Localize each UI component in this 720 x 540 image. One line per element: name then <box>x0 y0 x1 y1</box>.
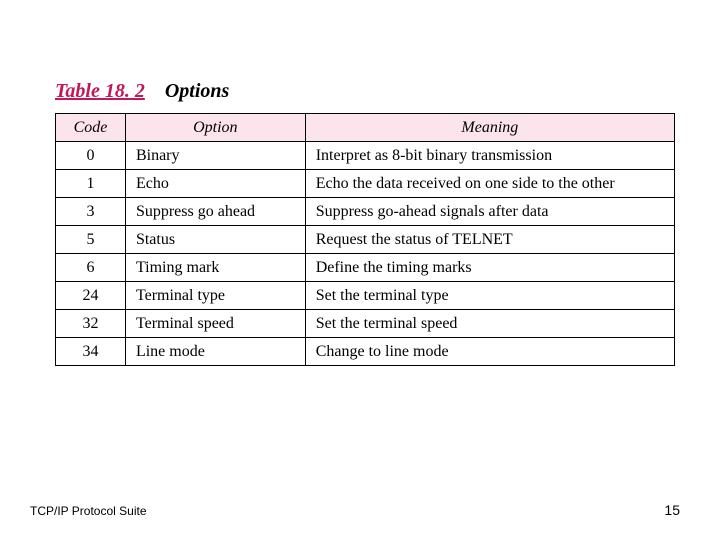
table-title: Table 18. 2 Options <box>55 80 680 103</box>
table-number: Table 18. 2 <box>55 80 145 102</box>
cell-code: 6 <box>56 254 126 282</box>
cell-option: Line mode <box>125 338 305 366</box>
table-row: 1 Echo Echo the data received on one sid… <box>56 170 675 198</box>
page-number: 15 <box>664 502 680 518</box>
cell-meaning: Interpret as 8-bit binary transmission <box>305 142 674 170</box>
cell-meaning: Echo the data received on one side to th… <box>305 170 674 198</box>
cell-code: 1 <box>56 170 126 198</box>
cell-option: Timing mark <box>125 254 305 282</box>
footer-text: TCP/IP Protocol Suite <box>30 504 147 518</box>
slide-page: Table 18. 2 Options Code Option Meaning … <box>0 0 720 540</box>
cell-meaning: Set the terminal type <box>305 282 674 310</box>
table-caption: Options <box>165 80 229 102</box>
table-row: 24 Terminal type Set the terminal type <box>56 282 675 310</box>
cell-meaning: Suppress go-ahead signals after data <box>305 198 674 226</box>
cell-meaning: Set the terminal speed <box>305 310 674 338</box>
cell-option: Echo <box>125 170 305 198</box>
cell-code: 5 <box>56 226 126 254</box>
options-table: Code Option Meaning 0 Binary Interpret a… <box>55 113 675 366</box>
cell-code: 32 <box>56 310 126 338</box>
cell-code: 0 <box>56 142 126 170</box>
table-row: 5 Status Request the status of TELNET <box>56 226 675 254</box>
cell-option: Binary <box>125 142 305 170</box>
table-row: 34 Line mode Change to line mode <box>56 338 675 366</box>
header-code: Code <box>56 114 126 142</box>
table-row: 32 Terminal speed Set the terminal speed <box>56 310 675 338</box>
header-option: Option <box>125 114 305 142</box>
cell-option: Status <box>125 226 305 254</box>
cell-code: 24 <box>56 282 126 310</box>
cell-meaning: Define the timing marks <box>305 254 674 282</box>
table-row: 0 Binary Interpret as 8-bit binary trans… <box>56 142 675 170</box>
cell-meaning: Change to line mode <box>305 338 674 366</box>
cell-code: 34 <box>56 338 126 366</box>
cell-code: 3 <box>56 198 126 226</box>
table-header-row: Code Option Meaning <box>56 114 675 142</box>
header-meaning: Meaning <box>305 114 674 142</box>
cell-option: Terminal type <box>125 282 305 310</box>
cell-option: Suppress go ahead <box>125 198 305 226</box>
table-row: 3 Suppress go ahead Suppress go-ahead si… <box>56 198 675 226</box>
cell-option: Terminal speed <box>125 310 305 338</box>
cell-meaning: Request the status of TELNET <box>305 226 674 254</box>
table-row: 6 Timing mark Define the timing marks <box>56 254 675 282</box>
